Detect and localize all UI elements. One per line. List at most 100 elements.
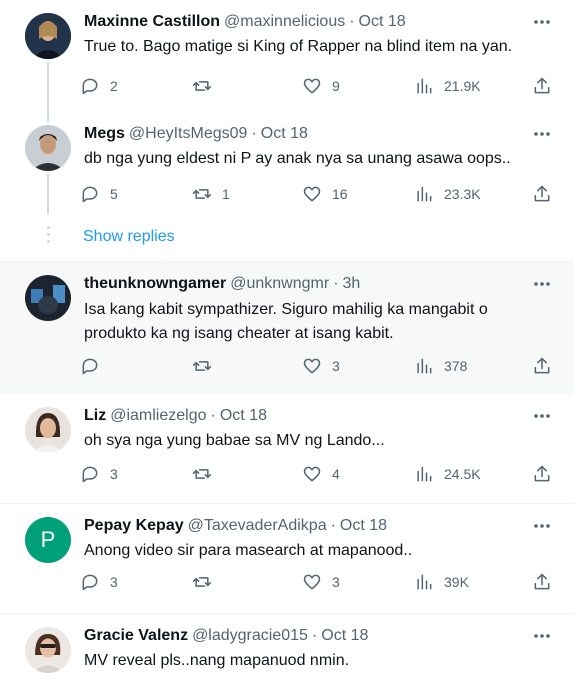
author-handle[interactable]: @unknwngmr: [230, 275, 329, 292]
tweet-6[interactable]: Gracie Valenz @ladygracie015 · Oct 18 MV re…: [0, 614, 574, 682]
views-button[interactable]: 378: [414, 354, 467, 378]
avatar-image: [25, 13, 71, 59]
reply-button[interactable]: [80, 354, 110, 378]
author-handle[interactable]: @HeyItsMegs09: [129, 125, 248, 142]
like-icon: [303, 186, 321, 202]
like-count: 16: [332, 186, 348, 202]
timestamp[interactable]: Oct 18: [220, 407, 267, 424]
reply-count: 3: [110, 466, 118, 482]
retweet-button[interactable]: [192, 354, 222, 378]
author-handle[interactable]: @maxinnelicious: [224, 13, 345, 30]
timestamp[interactable]: Oct 18: [261, 125, 308, 142]
like-button[interactable]: 4: [302, 462, 340, 486]
tweet-text: True to. Bago matige si King of Rapper n…: [84, 38, 513, 55]
views-button[interactable]: 23.3K: [414, 182, 481, 206]
retweet-button[interactable]: 1: [192, 182, 230, 206]
author-name[interactable]: Gracie Valenz: [84, 627, 188, 644]
thread-line: [47, 174, 49, 214]
separator: ·: [311, 627, 318, 644]
like-button[interactable]: 3: [302, 570, 340, 594]
share-icon: [534, 573, 550, 590]
thread-line: [47, 62, 49, 114]
retweet-button[interactable]: [192, 462, 222, 486]
view-count: 23.3K: [444, 186, 481, 202]
like-button[interactable]: 9: [302, 74, 340, 98]
thread-dots: [47, 226, 50, 247]
reply-icon: [82, 78, 98, 95]
views-icon: [417, 574, 432, 590]
share-icon: [534, 185, 550, 202]
tweet-text: Anong video sir para masearch at mapanoo…: [84, 542, 413, 559]
tweet-2[interactable]: Megs @HeyItsMegs09 · Oct 18 db nga yung eld…: [0, 112, 574, 262]
share-button[interactable]: [532, 354, 552, 378]
retweet-button[interactable]: [192, 570, 222, 594]
separator: ·: [251, 125, 257, 142]
like-icon: [303, 466, 321, 482]
reply-icon: [82, 466, 98, 483]
action-bar: 3 3 39K: [80, 570, 552, 594]
author-name[interactable]: Megs: [84, 125, 125, 142]
retweet-icon: [192, 577, 212, 587]
share-button[interactable]: [532, 462, 552, 486]
author-handle[interactable]: @TaxevaderAdikpa: [188, 517, 327, 534]
views-icon: [417, 466, 432, 482]
like-button[interactable]: 16: [302, 182, 348, 206]
more-icon[interactable]: [532, 12, 552, 32]
avatar[interactable]: [25, 125, 71, 171]
more-icon[interactable]: [532, 626, 552, 646]
share-button[interactable]: [532, 182, 552, 206]
timestamp[interactable]: 3h: [343, 275, 361, 292]
reply-button[interactable]: 3: [80, 462, 118, 486]
tweet-3[interactable]: theunknowngamer @unknwngmr · 3h Isa kang ka…: [0, 262, 574, 394]
views-button[interactable]: 21.9K: [414, 74, 481, 98]
timestamp[interactable]: Oct 18: [359, 13, 406, 30]
author-handle[interactable]: @ladygracie015: [192, 627, 308, 644]
author-name[interactable]: Maxinne Castillon: [84, 13, 220, 30]
share-button[interactable]: [532, 74, 552, 98]
tweet-5[interactable]: P Pepay Kepay @TaxevaderAdikpa · Oct 18 Ano…: [0, 504, 574, 614]
tweet-text: oh sya nga yung babae sa MV ng Lando...: [84, 432, 385, 449]
share-icon: [534, 357, 550, 374]
avatar[interactable]: [25, 275, 71, 321]
tweet-1[interactable]: Maxinne Castillon @maxinnelicious · Oct 18 …: [0, 0, 574, 114]
views-button[interactable]: 24.5K: [414, 462, 481, 486]
author-handle[interactable]: @iamliezelgo: [110, 407, 206, 424]
author-name[interactable]: Liz: [84, 407, 106, 424]
timestamp[interactable]: Oct 18: [321, 627, 368, 644]
author-name[interactable]: Pepay Kepay: [84, 517, 184, 534]
timestamp[interactable]: Oct 18: [340, 517, 387, 534]
tweet-4[interactable]: Liz @iamliezelgo · Oct 18 oh sya nga yung b…: [0, 394, 574, 504]
like-icon: [303, 358, 321, 374]
reply-button[interactable]: 2: [80, 74, 118, 98]
retweet-count: 1: [222, 186, 230, 202]
view-count: 21.9K: [444, 78, 481, 94]
more-icon[interactable]: [532, 124, 552, 144]
show-replies-link[interactable]: Show replies: [83, 228, 175, 246]
share-icon: [534, 77, 550, 94]
avatar[interactable]: [25, 407, 71, 453]
tweet-text: db nga yung eldest ni P ay anak nya sa u…: [84, 150, 511, 167]
avatar-image: [25, 627, 71, 673]
more-icon[interactable]: [532, 274, 552, 294]
action-bar: 5 1 16 23.3K: [80, 182, 552, 206]
avatar[interactable]: [25, 627, 71, 673]
views-icon: [417, 358, 432, 374]
reply-button[interactable]: 3: [80, 570, 118, 594]
views-icon: [417, 78, 432, 94]
reply-count: 3: [110, 574, 118, 590]
avatar[interactable]: [25, 13, 71, 59]
author-name[interactable]: theunknowngamer: [84, 275, 226, 292]
reply-button[interactable]: 5: [80, 182, 118, 206]
reply-count: 5: [110, 186, 118, 202]
more-icon[interactable]: [532, 406, 552, 426]
like-button[interactable]: 3: [302, 354, 340, 378]
retweet-icon: [192, 469, 212, 479]
avatar[interactable]: P: [25, 517, 71, 563]
retweet-button[interactable]: [192, 74, 222, 98]
more-icon[interactable]: [532, 516, 552, 536]
views-button[interactable]: 39K: [414, 570, 469, 594]
separator: ·: [210, 407, 216, 424]
separator: ·: [349, 13, 355, 30]
view-count: 39K: [444, 574, 469, 590]
share-button[interactable]: [532, 570, 552, 594]
